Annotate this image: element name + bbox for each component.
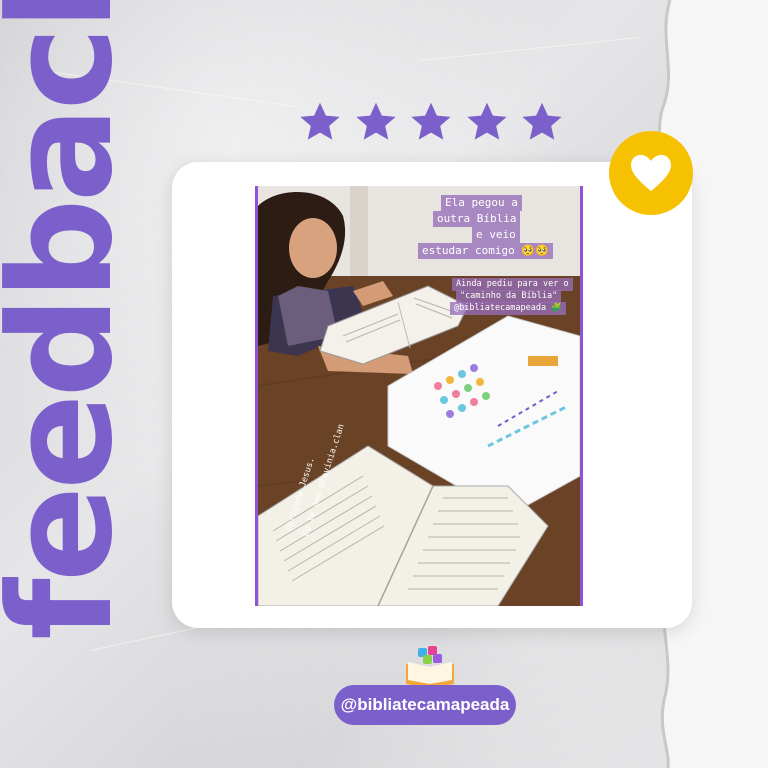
rating-stars bbox=[298, 100, 564, 146]
story-caption-line: e veio bbox=[472, 227, 520, 243]
book-puzzle-icon bbox=[406, 646, 454, 688]
story-note-line: @bibliatecamapeada 🧩 bbox=[450, 302, 566, 315]
story-caption-line: outra Bíblia bbox=[433, 211, 521, 227]
feedback-headline: feedback bbox=[0, 0, 144, 640]
instagram-handle[interactable]: @bibliatecamapeada bbox=[334, 685, 516, 725]
star-icon bbox=[522, 102, 562, 140]
heart-icon bbox=[631, 154, 671, 192]
star-icon bbox=[355, 102, 396, 140]
star-icon bbox=[411, 102, 451, 140]
story-caption-line: Ela pegou a bbox=[441, 195, 522, 211]
star-icon bbox=[466, 102, 507, 140]
star-icon bbox=[300, 102, 340, 140]
heart-badge bbox=[609, 131, 693, 215]
story-photo: Ela pegou a outra Bíblia e veio estudar … bbox=[255, 186, 583, 606]
story-caption-line: estudar comigo 🥺🥺 bbox=[418, 243, 553, 259]
